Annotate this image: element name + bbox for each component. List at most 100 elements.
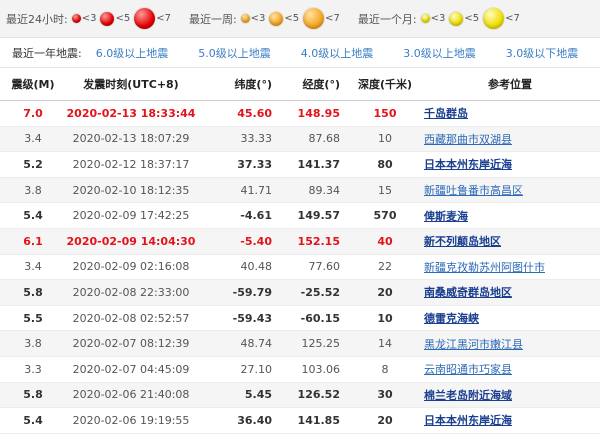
table-row: 7.0 2020-02-13 18:33:44 45.60 148.95 150 千岛群岛 [0,100,600,127]
time-cell: 2020-02-08 22:33:00 [66,279,196,306]
depth-cell: 40 [350,228,420,255]
orange-circle-icon [303,8,325,29]
filter-link-3[interactable]: 3.0级以上地震 [403,45,476,61]
legend-group: 最近一周: <3 <5 <7 [189,8,344,29]
table-row: 3.4 2020-02-09 02:16:08 40.48 77.60 22 新疆克孜勒苏… [0,254,600,281]
header-time: 发震时刻(UTC+8) [66,68,196,101]
legend-group: 最近一个月: <3 <5 <7 [358,8,524,29]
legend-item: <7 [303,8,340,29]
table-row: 3.4 2020-02-13 18:07:29 33.33 87.68 10 西藏那曲市双… [0,126,600,153]
depth-cell: 20 [350,279,420,306]
latitude-cell: 48.74 [196,330,280,357]
legend-item-label: <3 [81,13,97,24]
location-cell: 俾斯麦海 [420,202,600,229]
time-cell: 2020-02-09 02:16:08 [66,254,196,281]
legend-item-label: <5 [115,13,131,24]
time-cell: 2020-02-06 19:19:55 [66,407,196,434]
longitude-cell: -25.52 [280,279,350,306]
depth-cell: 10 [350,126,420,153]
orange-circle-icon [240,14,250,23]
depth-cell: 15 [350,177,420,204]
filter-link-5[interactable]: 5.0级以上地震 [198,45,271,61]
location-cell: 千岛群岛 [420,100,600,127]
legend-item-label: <7 [325,13,340,24]
depth-cell: 20 [350,407,420,434]
location-cell: 南桑威奇群岛地区 [420,279,600,306]
legend-item-label: <5 [284,13,300,24]
legend-item-label: <5 [464,13,480,24]
magnitude-cell: 5.5 [0,305,66,332]
filter-link-4[interactable]: 4.0级以上地震 [301,45,374,61]
latitude-cell: -59.79 [196,279,280,306]
latitude-cell: 45.60 [196,100,280,127]
table-row: 5.4 2020-02-06 19:19:55 36.40 141.85 20 日本本州东… [0,407,600,434]
header-location: 参考位置 [420,68,600,101]
filter-link-below-3[interactable]: 3.0级以下地震 [506,45,579,61]
location-link[interactable]: 新疆吐鲁番市高昌区 [424,184,523,197]
longitude-cell: 141.37 [280,151,350,178]
location-link[interactable]: 棉兰老岛附近海域 [424,389,512,402]
location-cell: 西藏那曲市双湖县 [420,126,600,153]
yellow-circle-icon [449,11,464,26]
time-cell: 2020-02-07 08:12:39 [66,330,196,357]
latitude-cell: 40.48 [196,254,280,281]
depth-cell: 22 [350,254,420,281]
latitude-cell: 37.33 [196,151,280,178]
latitude-cell: 27.10 [196,356,280,383]
legend-item: <3 [71,13,97,24]
red-circle-icon [134,8,156,29]
time-cell: 2020-02-13 18:33:44 [66,100,196,127]
latitude-cell: 33.33 [196,126,280,153]
longitude-cell: 141.85 [280,407,350,434]
location-link[interactable]: 云南昭通市巧家县 [424,363,512,376]
year-filter-bar: 最近一年地震: 6.0级以上地震 5.0级以上地震 4.0级以上地震 3.0级以… [0,38,600,68]
earthquake-table: 震级(M) 发震时刻(UTC+8) 纬度(°) 经度(°) 深度(千米) 参考位… [0,68,600,434]
latitude-cell: 5.45 [196,382,280,409]
longitude-cell: -60.15 [280,305,350,332]
magnitude-cell: 3.8 [0,330,66,357]
yellow-circle-icon [483,8,505,29]
legend-item: <7 [483,8,520,29]
red-circle-icon [71,14,81,23]
location-link[interactable]: 新疆克孜勒苏州阿图什市 [424,261,545,274]
location-link[interactable]: 黑龙江黑河市嫩江县 [424,338,523,351]
time-cell: 2020-02-06 21:40:08 [66,382,196,409]
longitude-cell: 149.57 [280,202,350,229]
location-link[interactable]: 俾斯麦海 [424,210,468,223]
magnitude-cell: 3.4 [0,254,66,281]
legend-item-label: <3 [250,13,266,24]
location-link[interactable]: 南桑威奇群岛地区 [424,286,512,299]
time-cell: 2020-02-13 18:07:29 [66,126,196,153]
legend-group-title: 最近一个月: [357,12,417,26]
location-cell: 棉兰老岛附近海域 [420,382,600,409]
magnitude-cell: 3.4 [0,126,66,153]
longitude-cell: 89.34 [280,177,350,204]
legend-item: <5 [449,11,480,26]
longitude-cell: 148.95 [280,100,350,127]
legend-item: <5 [269,11,300,26]
location-link[interactable]: 日本本州东岸近海 [424,414,512,427]
magnitude-cell: 3.3 [0,356,66,383]
time-cell: 2020-02-08 02:52:57 [66,305,196,332]
longitude-cell: 125.25 [280,330,350,357]
location-link[interactable]: 西藏那曲市双湖县 [424,133,512,146]
location-link[interactable]: 新不列颠岛地区 [424,235,501,248]
location-link[interactable]: 日本本州东岸近海 [424,158,512,171]
time-cell: 2020-02-09 14:04:30 [66,228,196,255]
magnitude-cell: 5.4 [0,407,66,434]
legend-group: 最近24小时: <3 <5 <7 [6,8,175,29]
location-link[interactable]: 德雷克海峡 [424,312,479,325]
filter-link-6[interactable]: 6.0级以上地震 [96,45,169,61]
table-row: 5.4 2020-02-09 17:42:25 -4.61 149.57 570 俾斯麦海 [0,202,600,229]
longitude-cell: 103.06 [280,356,350,383]
table-body: 7.0 2020-02-13 18:33:44 45.60 148.95 150 千岛群岛… [0,100,600,434]
header-magnitude: 震级(M) [0,68,66,101]
magnitude-cell: 5.4 [0,202,66,229]
location-cell: 德雷克海峡 [420,305,600,332]
legend-item-label: <7 [505,13,520,24]
legend-item: <3 [420,13,445,24]
location-link[interactable]: 千岛群岛 [424,107,468,120]
depth-cell: 14 [350,330,420,357]
orange-circle-icon [269,11,284,26]
red-circle-icon [100,11,115,26]
